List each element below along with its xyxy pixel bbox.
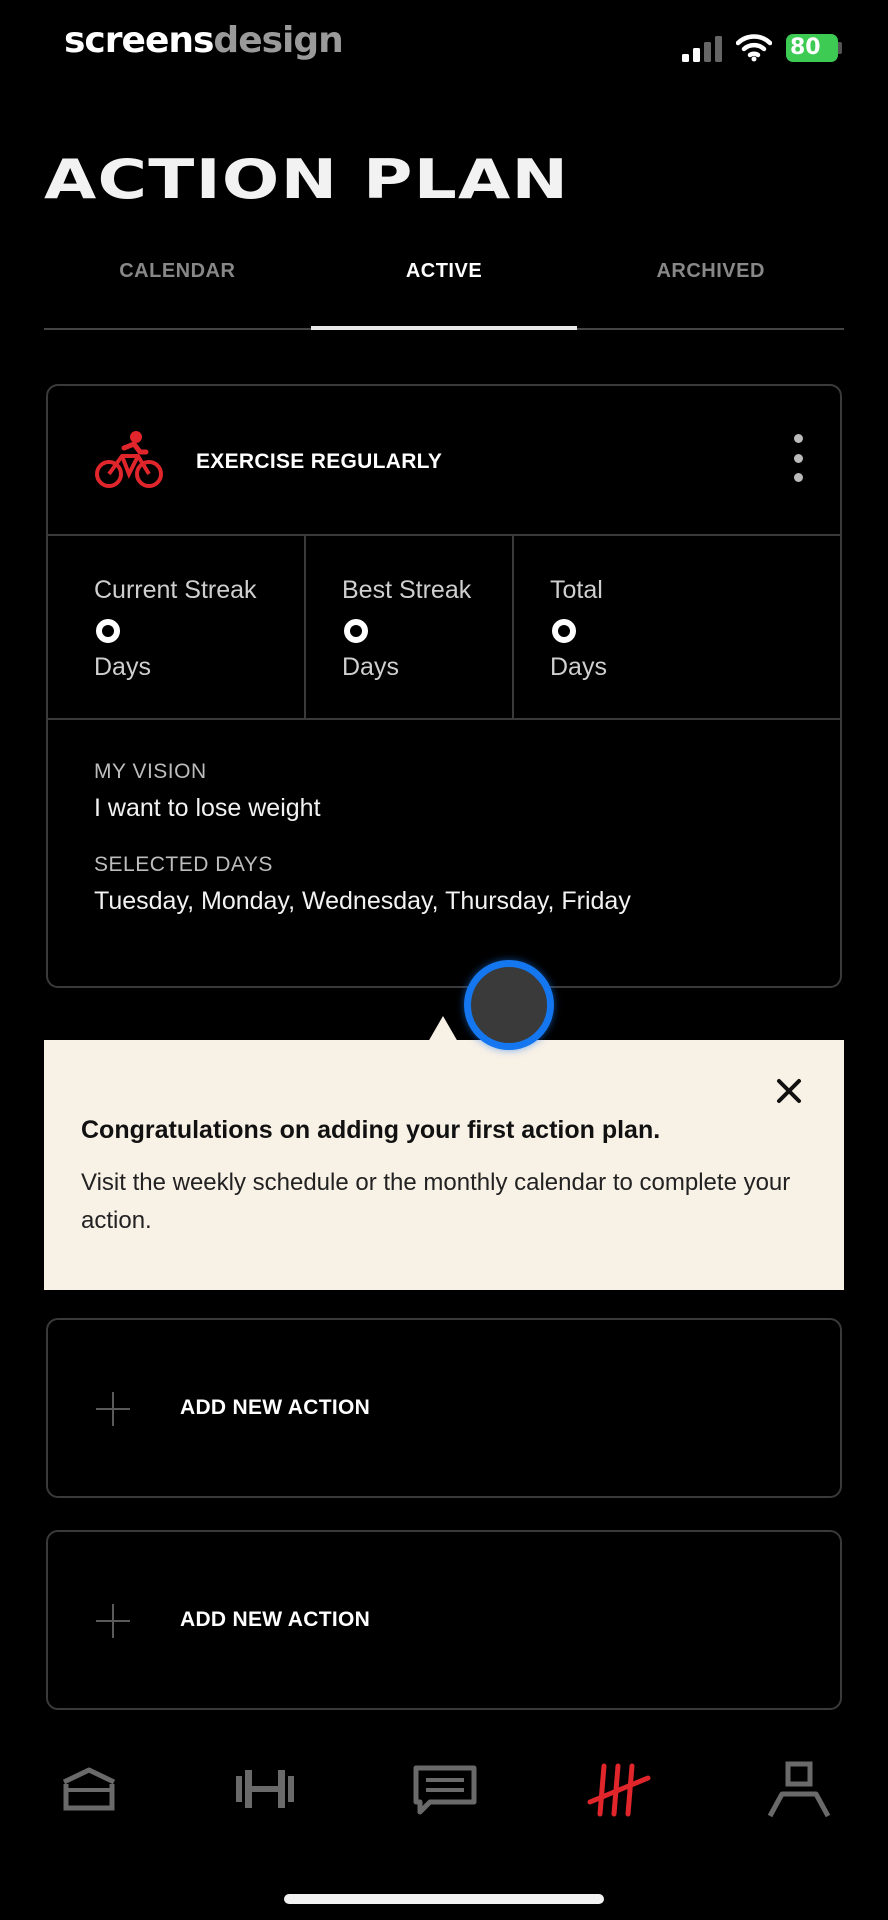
action-card-header: EXERCISE REGULARLY (48, 386, 840, 536)
page-title: ACTION PLAN (44, 148, 570, 211)
onboarding-tooltip: Congratulations on adding your first act… (44, 1040, 844, 1290)
tooltip-title: Congratulations on adding your first act… (81, 1116, 661, 1144)
stat-unit: Days (550, 653, 607, 681)
stat-label: Total (550, 576, 603, 604)
brand-watermark: screensdesign (64, 20, 344, 61)
add-action-label: ADD NEW ACTION (180, 1396, 371, 1419)
brand-text-2: design (213, 20, 343, 61)
stat-unit: Days (342, 653, 399, 681)
tab-active[interactable]: ACTIVE (310, 258, 578, 330)
stat-value-ring (344, 619, 368, 643)
action-plan-card[interactable]: EXERCISE REGULARLY Current Streak Days B… (46, 384, 842, 988)
vision-text: I want to lose weight (94, 794, 321, 822)
vision-label: MY VISION (94, 760, 207, 783)
wifi-icon (736, 34, 772, 62)
stat-current-streak: Current Streak Days (48, 536, 306, 718)
tab-bar: CALENDAR ACTIVE ARCHIVED (44, 258, 844, 330)
add-new-action-button[interactable]: ADD NEW ACTION (46, 1318, 842, 1498)
signal-icon (682, 36, 722, 62)
more-options-icon[interactable] (792, 434, 804, 482)
tally-icon[interactable] (586, 1760, 656, 1820)
stat-total: Total Days (514, 536, 840, 718)
action-title: EXERCISE REGULARLY (196, 450, 443, 473)
plus-icon (96, 1392, 130, 1426)
battery-indicator: 80 (786, 34, 838, 62)
stat-value-ring (96, 619, 120, 643)
home-indicator[interactable] (284, 1894, 604, 1904)
bottom-nav (0, 1760, 888, 1850)
home-icon[interactable] (54, 1760, 124, 1820)
stat-best-streak: Best Streak Days (306, 536, 514, 718)
chat-icon[interactable] (410, 1760, 480, 1820)
add-new-action-button[interactable]: ADD NEW ACTION (46, 1530, 842, 1710)
streak-stats: Current Streak Days Best Streak Days Tot… (48, 536, 840, 720)
dumbbell-icon[interactable] (230, 1760, 300, 1820)
battery-tip (838, 42, 842, 54)
selected-days-label: SELECTED DAYS (94, 853, 273, 876)
tab-calendar[interactable]: CALENDAR (44, 258, 311, 328)
stat-label: Best Streak (342, 576, 472, 604)
stat-value-ring (552, 619, 576, 643)
profile-icon[interactable] (764, 1760, 834, 1820)
status-bar: screensdesign 80 (0, 0, 888, 80)
stat-label: Current Streak (94, 576, 257, 604)
tooltip-body: Visit the weekly schedule or the monthly… (81, 1169, 791, 1234)
brand-text-1: screens (64, 20, 214, 61)
touch-indicator (464, 960, 554, 1050)
tab-archived[interactable]: ARCHIVED (577, 258, 844, 328)
tooltip-arrow (428, 1016, 458, 1042)
selected-days-text: Tuesday, Monday, Wednesday, Thursday, Fr… (94, 887, 631, 915)
bike-icon (95, 431, 163, 488)
add-action-label: ADD NEW ACTION (180, 1608, 371, 1631)
vision-section: MY VISION I want to lose weight SELECTED… (48, 720, 840, 916)
close-icon[interactable] (774, 1076, 804, 1106)
plus-icon (96, 1604, 130, 1638)
stat-unit: Days (94, 653, 151, 681)
